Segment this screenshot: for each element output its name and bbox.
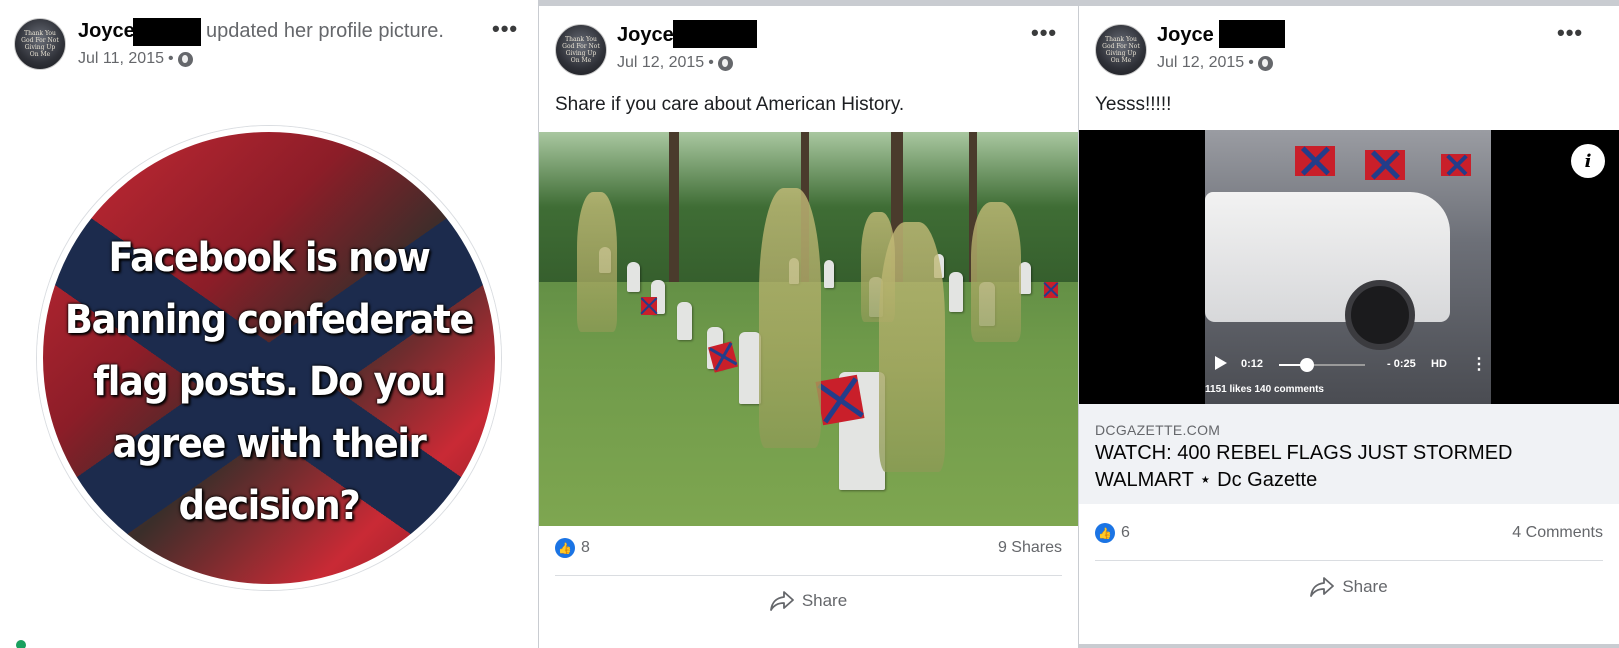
share-button[interactable]: Share xyxy=(1079,576,1619,598)
post-date[interactable]: Jul 12, 2015 xyxy=(1157,54,1244,72)
redaction-bar xyxy=(133,18,201,46)
post-header: Thank You God For Not Giving Up On Me Jo… xyxy=(1079,6,1619,78)
divider xyxy=(555,575,1062,576)
link-domain: DCGAZETTE.COM xyxy=(1095,422,1221,438)
video-more-icon[interactable]: ⋮ xyxy=(1471,354,1487,374)
profile-picture-image[interactable]: Facebook is now Banning confederate flag… xyxy=(37,126,501,590)
meta-separator: • xyxy=(168,50,174,67)
info-icon[interactable]: i xyxy=(1571,144,1605,178)
avatar[interactable]: Thank You God For Not Giving Up On Me xyxy=(555,24,607,76)
confederate-flag xyxy=(1365,150,1405,180)
avatar-text: Thank You God For Not Giving Up On Me xyxy=(562,36,600,64)
avatar[interactable]: Thank You God For Not Giving Up On Me xyxy=(1095,24,1147,76)
video-remaining-time: - 0:25 xyxy=(1387,358,1416,370)
globe-icon xyxy=(717,55,733,71)
more-options-button[interactable]: ••• xyxy=(1031,20,1057,46)
play-icon[interactable] xyxy=(1215,356,1227,370)
post-meta: Jul 11, 2015 • xyxy=(78,50,193,68)
share-label: Share xyxy=(801,591,848,610)
soldier-figure xyxy=(971,202,1021,342)
video-controls: 0:12 - 0:25 HD ⋮ xyxy=(1205,350,1491,380)
author-name[interactable]: Joyce xyxy=(617,24,674,47)
more-options-button[interactable]: ••• xyxy=(492,16,518,42)
reaction-counts: 👍 6 4 Comments xyxy=(1079,520,1619,560)
reaction-counts: 👍 8 9 Shares xyxy=(539,536,1078,576)
post-date[interactable]: Jul 12, 2015 xyxy=(617,54,704,72)
avatar[interactable]: Thank You God For Not Giving Up On Me xyxy=(14,18,66,70)
video-quality-label[interactable]: HD xyxy=(1431,358,1447,370)
post-header: Thank You God For Not Giving Up On Me Jo… xyxy=(539,6,1078,78)
confederate-flag xyxy=(641,297,657,315)
meta-separator: • xyxy=(708,54,714,71)
shares-count[interactable]: 9 Shares xyxy=(998,539,1062,557)
link-preview[interactable]: DCGAZETTE.COM WATCH: 400 REBEL FLAGS JUS… xyxy=(1079,404,1619,504)
post-action-text: updated her profile picture. xyxy=(206,20,444,42)
soldier-figure xyxy=(577,192,617,332)
post-text: Yesss!!!!! xyxy=(1095,94,1172,115)
online-indicator-icon xyxy=(16,640,26,648)
avatar-text: Thank You God For Not Giving Up On Me xyxy=(1102,36,1140,64)
video-scrubber-handle[interactable] xyxy=(1299,358,1314,372)
truck-wheel xyxy=(1345,280,1415,350)
more-options-button[interactable]: ••• xyxy=(1557,20,1583,46)
post-date[interactable]: Jul 11, 2015 xyxy=(78,50,164,68)
author-name[interactable]: Joyce xyxy=(78,20,135,43)
image-caption: Facebook is now Banning confederate flag… xyxy=(64,235,475,529)
meta-separator: • xyxy=(1248,54,1254,71)
cemetery-photo[interactable] xyxy=(539,132,1078,526)
video-stats: 1151 likes 140 comments xyxy=(1205,384,1324,395)
confederate-flag xyxy=(1295,146,1335,176)
redaction-bar xyxy=(673,20,757,48)
thumbs-up-icon: 👍 xyxy=(1095,523,1115,543)
headstone xyxy=(739,332,761,404)
like-count[interactable]: 6 xyxy=(1121,524,1130,542)
tree-trunk xyxy=(669,132,679,282)
confederate-flag xyxy=(815,374,865,426)
soldier-figure xyxy=(759,188,821,448)
headstone xyxy=(677,302,692,340)
post-american-history: Thank You God For Not Giving Up On Me Jo… xyxy=(539,6,1078,648)
redaction-bar xyxy=(1219,20,1285,48)
confederate-flag xyxy=(1441,154,1471,176)
globe-icon xyxy=(1257,55,1273,71)
link-title: WATCH: 400 REBEL FLAGS JUST STORMED WALM… xyxy=(1095,442,1513,491)
globe-icon xyxy=(177,51,193,67)
divider xyxy=(1095,560,1603,561)
confederate-flag xyxy=(708,341,738,373)
confederate-flag xyxy=(1044,282,1058,298)
headstone xyxy=(949,272,963,312)
share-button[interactable]: Share xyxy=(539,590,1078,612)
video-frame: 0:12 - 0:25 HD ⋮ 1151 likes 140 comments xyxy=(1205,130,1491,404)
headstone xyxy=(627,262,640,292)
comments-count[interactable]: 4 Comments xyxy=(1512,524,1603,542)
post-meta: Jul 12, 2015 • xyxy=(1157,54,1273,72)
video-progress-bar[interactable] xyxy=(1279,364,1365,366)
video-player[interactable]: 0:12 - 0:25 HD ⋮ 1151 likes 140 comments… xyxy=(1079,130,1619,404)
thumbs-up-icon: 👍 xyxy=(555,538,575,558)
share-arrow-icon xyxy=(769,591,794,611)
video-current-time: 0:12 xyxy=(1241,358,1264,370)
post-video-link: Thank You God For Not Giving Up On Me Jo… xyxy=(1079,6,1619,644)
post-meta: Jul 12, 2015 • xyxy=(617,54,733,72)
author-name[interactable]: Joyce xyxy=(1157,24,1214,47)
post-text: Share if you care about American History… xyxy=(555,94,905,115)
like-count[interactable]: 8 xyxy=(581,539,590,557)
screenshot: Thank You God For Not Giving Up On Me Jo… xyxy=(0,0,1619,648)
headstone xyxy=(824,260,834,288)
avatar-text: Thank You God For Not Giving Up On Me xyxy=(21,30,59,58)
post-header: Thank You God For Not Giving Up On Me Jo… xyxy=(0,0,538,72)
post-profile-picture: Thank You God For Not Giving Up On Me Jo… xyxy=(0,0,538,648)
share-arrow-icon xyxy=(1310,577,1335,597)
share-label: Share xyxy=(1342,577,1388,596)
soldier-figure xyxy=(879,222,945,472)
pickup-truck xyxy=(1205,192,1450,322)
